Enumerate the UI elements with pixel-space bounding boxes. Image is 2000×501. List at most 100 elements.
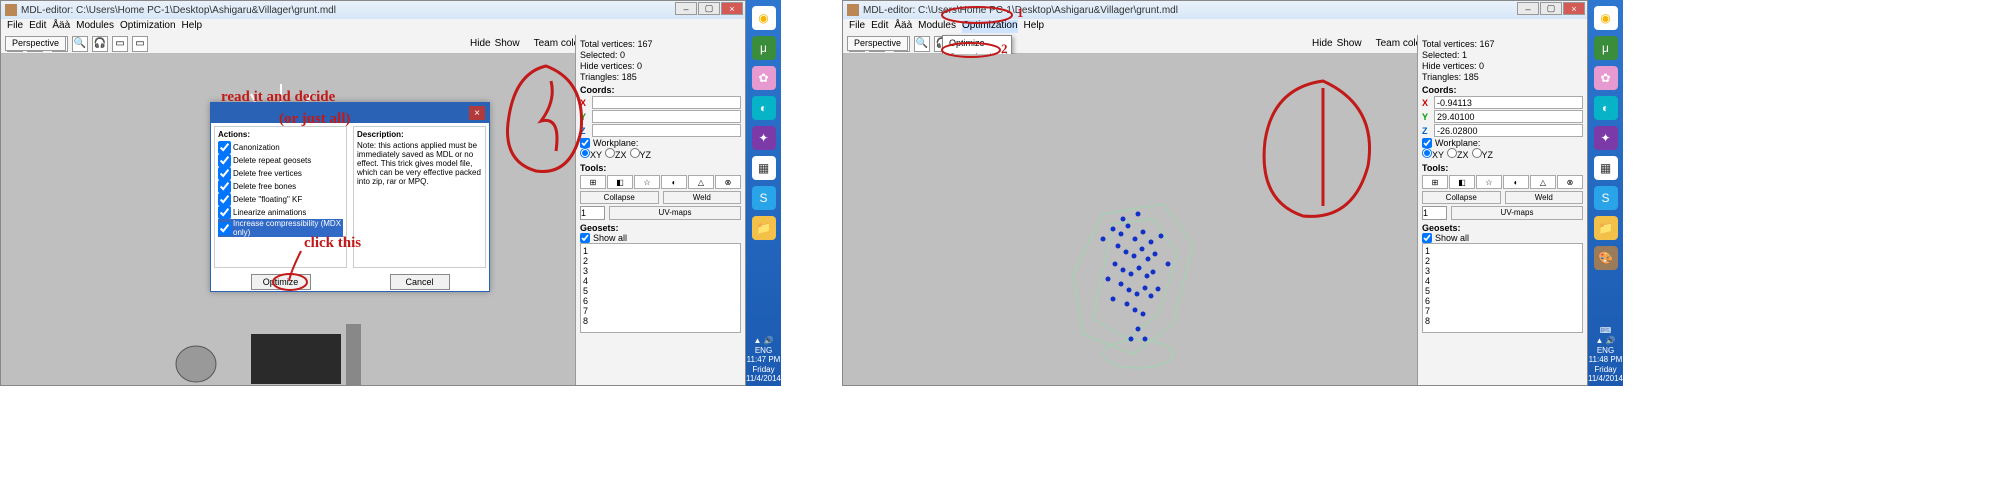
action-item[interactable]: Canonization	[218, 141, 343, 154]
app-icon[interactable]: ✿	[752, 66, 776, 90]
list-item[interactable]: 4	[583, 276, 738, 286]
xy-radio[interactable]: XY	[1422, 148, 1444, 160]
tool-btn[interactable]: ⊞	[1422, 175, 1448, 189]
hide-label[interactable]: Hide	[470, 38, 491, 49]
weld-btn[interactable]: Weld	[1505, 191, 1584, 204]
app-icon[interactable]: ✿	[1594, 66, 1618, 90]
tool-btn[interactable]: △	[688, 175, 714, 189]
list-item[interactable]: 4	[1425, 276, 1580, 286]
menu-help[interactable]: Help	[1024, 20, 1045, 33]
skype-icon[interactable]: S	[1594, 186, 1618, 210]
minimize-button[interactable]: –	[675, 2, 697, 15]
uv-index[interactable]	[580, 206, 605, 220]
list-item[interactable]: 5	[583, 286, 738, 296]
collapse-btn[interactable]: Collapse	[1422, 191, 1501, 204]
list-item[interactable]: 3	[1425, 266, 1580, 276]
chrome-icon[interactable]: ◉	[752, 6, 776, 30]
optimize-button[interactable]: Optimize	[251, 274, 311, 290]
cam-icon[interactable]: ▭	[112, 36, 128, 52]
list-item[interactable]: 2	[1425, 256, 1580, 266]
list-item[interactable]: 1	[1425, 246, 1580, 256]
tool-btn[interactable]: ◐	[1503, 175, 1529, 189]
geoset-list[interactable]: 1 2 3 4 5 6 7 8	[1422, 243, 1583, 333]
menu-edit[interactable]: Edit	[871, 20, 888, 33]
menu-file[interactable]: File	[849, 20, 865, 33]
uv-index[interactable]	[1422, 206, 1447, 220]
menu-optimization[interactable]: Optimization	[120, 20, 176, 33]
tray-lang[interactable]: ENG	[746, 346, 781, 356]
action-item[interactable]: Delete "floating" KF	[218, 193, 343, 206]
tool-btn[interactable]: ◧	[607, 175, 633, 189]
tray-lang[interactable]: ENG	[1588, 346, 1623, 356]
folder-icon[interactable]: 📁	[752, 216, 776, 240]
xy-radio[interactable]: XY	[580, 148, 602, 160]
app-icon[interactable]: ◐	[1594, 96, 1618, 120]
skype-icon[interactable]: S	[752, 186, 776, 210]
action-item[interactable]: Delete free vertices	[218, 167, 343, 180]
dialog-titlebar[interactable]: ×	[211, 103, 489, 123]
app-icon[interactable]: ▦	[1594, 156, 1618, 180]
system-tray[interactable]: ▲ 🔊 ENG 11:47 PM Friday 11/4/2014	[746, 334, 781, 386]
list-item[interactable]: 3	[583, 266, 738, 276]
menu-ada[interactable]: Åäà	[894, 20, 912, 33]
app-icon[interactable]: ✦	[752, 126, 776, 150]
folder-icon[interactable]: 📁	[1594, 216, 1618, 240]
list-item[interactable]: 7	[583, 306, 738, 316]
uvmaps-btn[interactable]: UV-maps	[609, 206, 741, 220]
list-item[interactable]: 6	[583, 296, 738, 306]
menu-modules[interactable]: Modules	[918, 20, 956, 33]
maximize-button[interactable]: ▢	[698, 2, 720, 15]
perspective-tab[interactable]: Perspective	[5, 36, 66, 51]
app-icon[interactable]: ✦	[1594, 126, 1618, 150]
paint-icon[interactable]: 🎨	[1594, 246, 1618, 270]
tool-btn[interactable]: ◐	[661, 175, 687, 189]
menu-file[interactable]: File	[7, 20, 23, 33]
list-item[interactable]: 8	[1425, 316, 1580, 326]
menu-help[interactable]: Help	[182, 20, 203, 33]
chrome-icon[interactable]: ◉	[1594, 6, 1618, 30]
y-input[interactable]	[592, 110, 741, 123]
minimize-button[interactable]: –	[1517, 2, 1539, 15]
audio-icon[interactable]: 🎧	[92, 36, 108, 52]
action-item[interactable]: Delete repeat geosets	[218, 154, 343, 167]
zx-radio[interactable]: ZX	[1447, 148, 1469, 160]
z-input[interactable]	[1434, 124, 1583, 137]
system-tray[interactable]: ⌨▲ 🔊 ENG 11:48 PM Friday 11/4/2014	[1588, 324, 1623, 386]
tool-btn[interactable]: △	[1530, 175, 1556, 189]
action-item[interactable]: Linearize animations	[218, 206, 343, 219]
list-item[interactable]: 5	[1425, 286, 1580, 296]
tool-btn[interactable]: ⊞	[580, 175, 606, 189]
cam2-icon[interactable]: ▭	[132, 36, 148, 52]
weld-btn[interactable]: Weld	[663, 191, 742, 204]
list-item[interactable]: 6	[1425, 296, 1580, 306]
menu-optimization[interactable]: Optimization	[962, 20, 1018, 33]
action-item-selected[interactable]: Increase compressibility (MDX only)	[218, 219, 343, 237]
workplane-check[interactable]: Workplane:	[1422, 138, 1583, 148]
perspective-tab[interactable]: Perspective	[847, 36, 908, 51]
workplane-check[interactable]: Workplane:	[580, 138, 741, 148]
action-item[interactable]: Delete free bones	[218, 180, 343, 193]
geoset-list[interactable]: 1 2 3 4 5 6 7 8	[580, 243, 741, 333]
list-item[interactable]: 2	[583, 256, 738, 266]
show-label[interactable]: Show	[495, 38, 520, 49]
list-item[interactable]: 8	[583, 316, 738, 326]
uvmaps-btn[interactable]: UV-maps	[1451, 206, 1583, 220]
z-input[interactable]	[592, 124, 741, 137]
hide-label[interactable]: Hide	[1312, 38, 1333, 49]
close-button[interactable]: ×	[721, 2, 743, 15]
show-label[interactable]: Show	[1337, 38, 1362, 49]
yz-radio[interactable]: YZ	[1472, 148, 1494, 160]
tool-btn[interactable]: ◧	[1449, 175, 1475, 189]
utorrent-icon[interactable]: μ	[1594, 36, 1618, 60]
tool-btn[interactable]: ⊗	[1557, 175, 1583, 189]
showall-check[interactable]: Show all	[1422, 233, 1583, 243]
x-input[interactable]	[1434, 96, 1583, 109]
zoom-icon[interactable]: 🔍	[914, 36, 930, 52]
menu-modules[interactable]: Modules	[76, 20, 114, 33]
y-input[interactable]	[1434, 110, 1583, 123]
tool-btn[interactable]: ☆	[634, 175, 660, 189]
list-item[interactable]: 1	[583, 246, 738, 256]
viewport[interactable]	[843, 54, 1417, 385]
maximize-button[interactable]: ▢	[1540, 2, 1562, 15]
cancel-button[interactable]: Cancel	[390, 274, 450, 290]
